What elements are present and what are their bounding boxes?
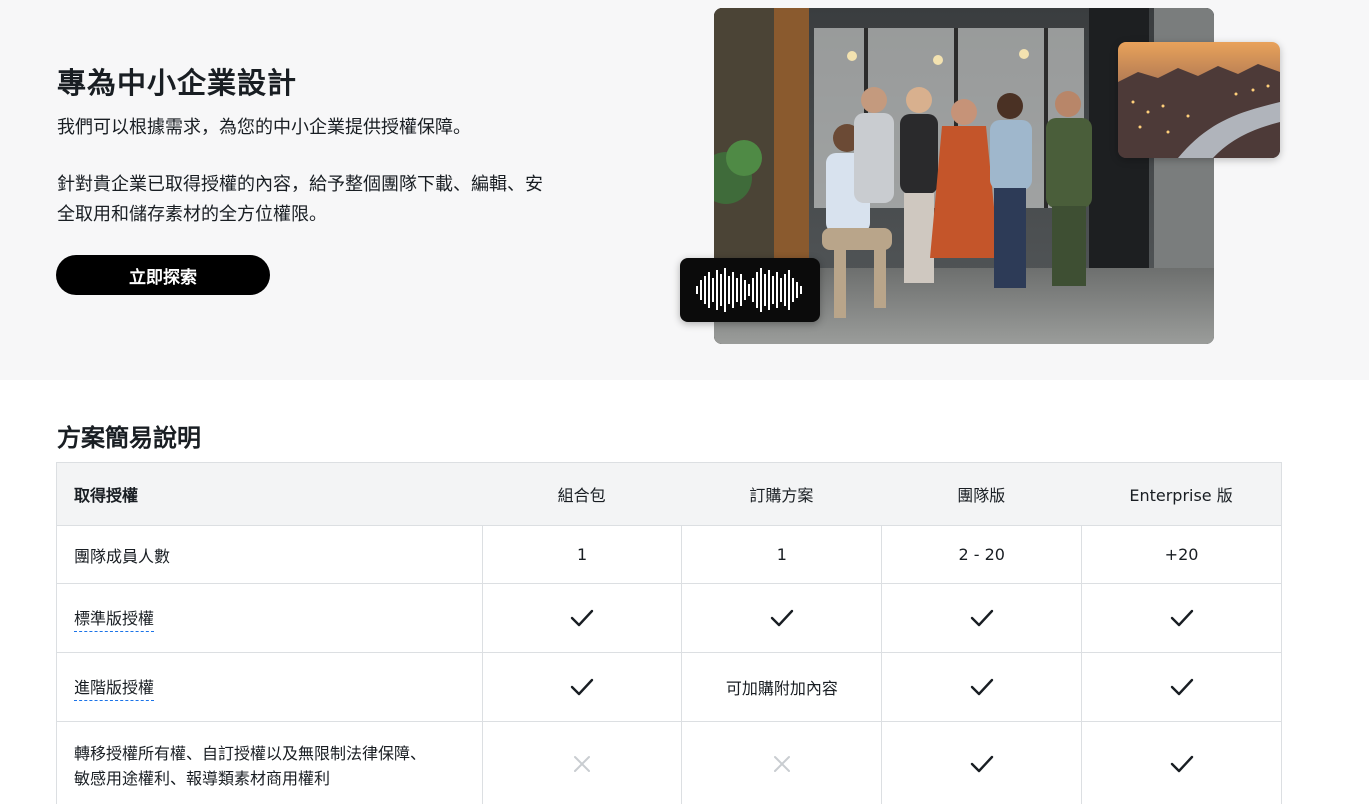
- premium-license-link[interactable]: 進階版授權: [74, 674, 155, 701]
- checkmark-icon: [881, 653, 1081, 721]
- header-pack: 組合包: [557, 486, 606, 505]
- checkmark-icon: [481, 653, 682, 721]
- header-enterprise: Enterprise 版: [1129, 486, 1233, 505]
- table-cell: 可加購附加內容: [681, 653, 881, 721]
- city-photo: [1118, 42, 1280, 158]
- standard-license-link[interactable]: 標準版授權: [74, 605, 155, 632]
- row-label: 團隊成員人數: [74, 546, 171, 566]
- table-row: 進階版授權 可加購附加內容: [57, 653, 1281, 722]
- header-licensing: 取得授權: [74, 486, 139, 505]
- header-team: 團隊版: [957, 486, 1006, 505]
- checkmark-icon: [1081, 584, 1281, 652]
- row-label-cell: 標準版授權: [57, 584, 482, 652]
- hero-title: 專為中小企業設計: [57, 66, 298, 100]
- explore-now-button[interactable]: 立即探索: [56, 255, 270, 295]
- row-label-cell: 進階版授權: [57, 653, 482, 721]
- table-cell: 1: [681, 526, 881, 583]
- table-row: 團隊成員人數 1 1 2 - 20 +20: [57, 526, 1281, 584]
- table-cell: 2 - 20: [881, 526, 1081, 583]
- x-mark-icon: [481, 722, 682, 804]
- hero-body: 針對貴企業已取得授權的內容，給予整個團隊下載、編輯、安全取用和儲存素材的全方位權…: [57, 174, 543, 225]
- header-subscription: 訂購方案: [749, 486, 814, 505]
- row-label-line2: 敏感用途權利、報導類素材商用權利: [74, 768, 331, 788]
- table-cell: +20: [1081, 526, 1281, 583]
- waveform-icon: [696, 268, 802, 312]
- checkmark-icon: [1081, 722, 1281, 804]
- audio-waveform-card: [680, 258, 820, 322]
- table-row: 轉移授權所有權、自訂授權以及無限制法律保障、 敏感用途權利、報導類素材商用權利: [57, 722, 1281, 804]
- hero-subtitle: 我們可以根據需求，為您的中小企業提供授權保障。: [57, 117, 471, 138]
- x-mark-icon: [681, 722, 881, 804]
- checkmark-icon: [881, 722, 1081, 804]
- checkmark-icon: [881, 584, 1081, 652]
- table-cell: 1: [481, 526, 682, 583]
- hero-section: 專為中小企業設計 我們可以根據需求，為您的中小企業提供授權保障。 針對貴企業已取…: [0, 0, 1369, 380]
- table-row: 標準版授權: [57, 584, 1281, 653]
- checkmark-icon: [481, 584, 682, 652]
- row-label-cell: 轉移授權所有權、自訂授權以及無限制法律保障、 敏感用途權利、報導類素材商用權利: [57, 722, 482, 804]
- plan-comparison-table: 取得授權 組合包 訂購方案 團隊版 Enterprise 版 團隊成員人數 1 …: [56, 462, 1282, 804]
- checkmark-icon: [1081, 653, 1281, 721]
- row-label-line1: 轉移授權所有權、自訂授權以及無限制法律保障、: [74, 743, 427, 763]
- plans-section-title: 方案簡易說明: [57, 424, 201, 452]
- table-header-row: 取得授權 組合包 訂購方案 團隊版 Enterprise 版: [57, 463, 1281, 526]
- checkmark-icon: [681, 584, 881, 652]
